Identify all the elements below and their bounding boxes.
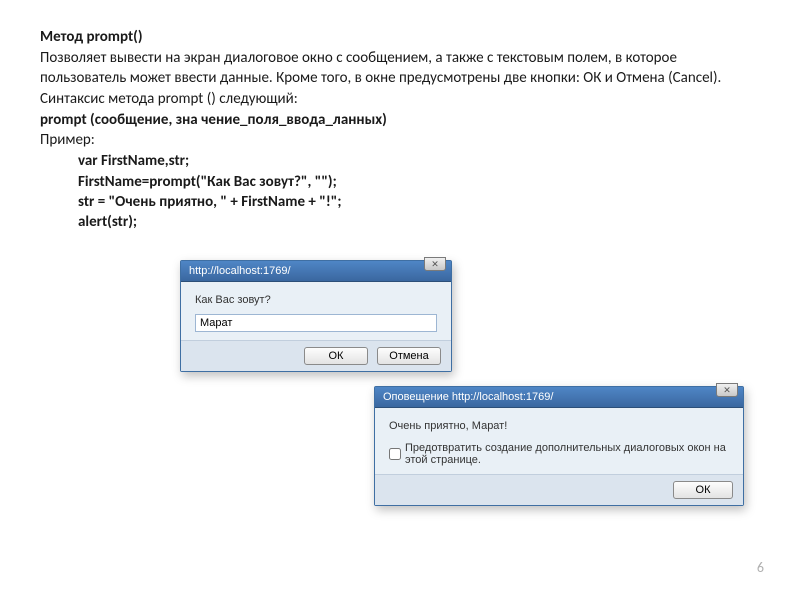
- section-heading: Метод prompt(): [40, 28, 760, 46]
- code-line-3: str = "Очень приятно, " + FirstName + "!…: [40, 192, 760, 212]
- prompt-dialog: http://localhost:1769/ ✕ Как Вас зовут? …: [180, 260, 452, 372]
- prompt-input[interactable]: [195, 314, 437, 332]
- paragraph-intro: Позволяет вывести на экран диалоговое ок…: [40, 48, 760, 109]
- dialog-title-text: http://localhost:1769/: [189, 265, 291, 277]
- ok-button[interactable]: ОК: [304, 347, 368, 365]
- code-line-4: alert(str);: [40, 212, 760, 232]
- dialog-button-row: ОК Отмена: [181, 340, 451, 371]
- cancel-button[interactable]: Отмена: [377, 347, 441, 365]
- close-icon: ✕: [431, 260, 439, 269]
- dialog-titlebar: Оповещение http://localhost:1769/ ✕: [375, 387, 743, 408]
- dialog-body: Очень приятно, Марат! Предотвратить созд…: [375, 408, 743, 474]
- prevent-dialogs-label: Предотвратить создание дополнительных ди…: [405, 442, 729, 466]
- close-icon: ✕: [723, 386, 731, 395]
- dialog-button-row: ОК: [375, 474, 743, 505]
- close-button[interactable]: ✕: [716, 383, 738, 397]
- dialog-titlebar: http://localhost:1769/ ✕: [181, 261, 451, 282]
- alert-message: Очень приятно, Марат!: [389, 420, 729, 432]
- code-line-2: FirstName=prompt("Как Вас зовут?", "");: [40, 172, 760, 192]
- example-label: Пример:: [40, 130, 760, 150]
- prevent-dialogs-checkbox[interactable]: [389, 448, 401, 460]
- syntax-line: prompt (сообщение, зна чение_поля_ввода_…: [40, 110, 760, 130]
- code-line-1: var FirstName,str;: [40, 151, 760, 171]
- prompt-message: Как Вас зовут?: [195, 294, 437, 306]
- dialog-body: Как Вас зовут?: [181, 282, 451, 340]
- ok-button[interactable]: ОК: [673, 481, 733, 499]
- prevent-dialogs-row: Предотвратить создание дополнительных ди…: [389, 442, 729, 466]
- page-number: 6: [757, 559, 764, 576]
- alert-dialog: Оповещение http://localhost:1769/ ✕ Очен…: [374, 386, 744, 506]
- close-button[interactable]: ✕: [424, 257, 446, 271]
- dialog-title-text: Оповещение http://localhost:1769/: [383, 391, 553, 403]
